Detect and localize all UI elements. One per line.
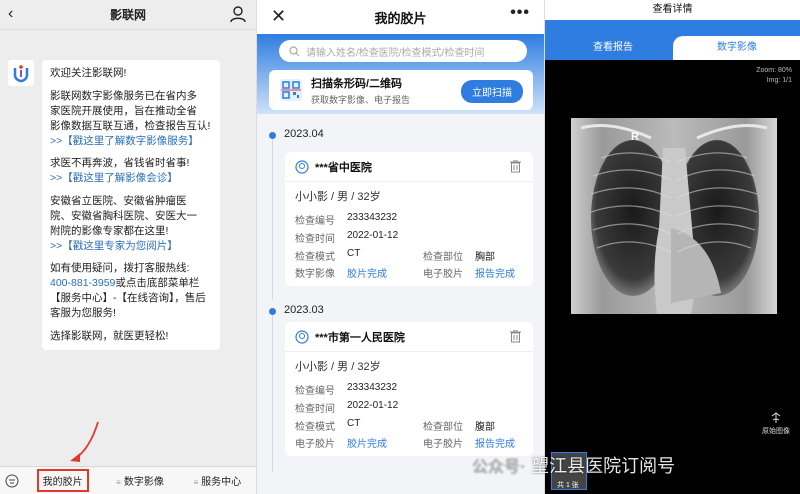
digital-imaging-link[interactable]: >>【戳这里了解数字影像服务】 [50, 135, 199, 147]
welcome-message: 欢迎关注影联网! 影联网数字影像服务已在省内多 家医院开展使用，旨在推动全省 影… [42, 60, 220, 350]
films-header: ✕ 我的胶片 ••• [257, 0, 544, 34]
xray-side-marker: R [631, 131, 639, 143]
tab-digital-image[interactable]: 数字影像 [673, 36, 800, 60]
menu-digital-imaging[interactable]: ≡ 数字影像 [101, 473, 178, 488]
message-paragraph: 欢迎关注影联网! [50, 67, 127, 79]
record-date: 2023.04 [284, 128, 324, 140]
raw-image-icon [771, 412, 781, 423]
record-date: 2023.03 [284, 304, 324, 316]
record-row: 电子胶片 胶片完成 电子胶片 报告完成 [295, 435, 544, 450]
timeline-dot [269, 132, 276, 139]
expert-reading-link[interactable]: >>【戳这里专家为您阅片】 [50, 240, 178, 252]
digital-status-link[interactable]: 胶片完成 [347, 435, 423, 450]
trash-icon[interactable] [510, 330, 521, 343]
search-input[interactable]: 请输入姓名/检查医院/检查模式/检查时间 [279, 40, 527, 62]
trash-icon[interactable] [510, 160, 521, 173]
thumbnail-count: 共 1 张 [557, 482, 579, 489]
more-icon[interactable]: ••• [510, 4, 530, 22]
viewer-title: 查看详情 [545, 0, 800, 20]
watermark: 公众号· 望江县医院订阅号 [472, 456, 676, 477]
account-logo [8, 60, 34, 86]
hospital-icon [295, 159, 309, 174]
exam-record-card[interactable]: ***省中医院 小小影 / 男 / 32岁 检查编号 233343232 检查时间… [285, 152, 533, 286]
hospital-icon [295, 329, 309, 344]
menu-service-center[interactable]: ≡ 服务中心 [179, 473, 256, 488]
record-row: 检查编号 233343232 [295, 382, 398, 397]
message-paragraph: 如有使用疑问，拨打客服热线: 400-881-3959或点击底部菜单栏【服务中心… [50, 262, 206, 319]
back-icon[interactable]: ‹ [8, 5, 13, 23]
report-status-link[interactable]: 报告完成 [475, 265, 544, 280]
hospital-name: ***省中医院 [315, 161, 372, 174]
scan-title: 扫描条形码/二维码 [311, 77, 403, 90]
timeline-line [272, 140, 273, 300]
scan-card: 扫描条形码/二维码 获取数字影像、电子报告 立即扫描 [269, 70, 533, 110]
search-icon [289, 45, 300, 56]
message-paragraph: 影联网数字影像服务已在省内多 家医院开展使用，旨在推动全省 影像数据互联互通，检… [50, 89, 211, 147]
timeline-dot [269, 308, 276, 315]
report-status-link[interactable]: 报告完成 [475, 435, 544, 450]
my-films-panel: ✕ 我的胶片 ••• 请输入姓名/检查医院/检查模式/检查时间 扫描条形码/二维… [256, 0, 544, 494]
raw-image-button[interactable]: 原始图像 [762, 412, 790, 436]
hospital-name: ***市第一人民医院 [315, 331, 405, 344]
record-row: 数字影像 胶片完成 电子胶片 报告完成 [295, 265, 544, 280]
record-header: ***省中医院 [285, 152, 533, 182]
menu-my-films[interactable]: 我的胶片 [24, 469, 101, 492]
chat-title: 影联网 [109, 8, 146, 22]
patient-info: 小小影 / 男 / 32岁 [295, 361, 381, 373]
record-row: 检查时间 2022-01-12 [295, 230, 399, 245]
record-row: 检查模式 CT 检查部位 腹部 [295, 418, 495, 433]
chat-panel: ‹ 影联网 欢迎关注影联网! 影联网数字影像服务已在省内多 家医院开展使用，旨在… [0, 0, 256, 494]
zoom-readout: Zoom: 80% Img: 1/1 [756, 67, 792, 84]
user-icon[interactable] [230, 6, 246, 23]
record-header: ***市第一人民医院 [285, 322, 533, 352]
qr-code-icon [280, 79, 302, 101]
close-icon[interactable]: ✕ [271, 6, 286, 27]
chat-header: ‹ 影联网 [0, 0, 256, 30]
image-viewer-panel: 查看详情 查看报告 数字影像 Zoom: 80% Img: 1/1 R 原始图像… [544, 0, 800, 494]
message-paragraph: 选择影联网，就医更轻松! [50, 329, 169, 342]
chat-menu-bar: 我的胶片 ≡ 数字影像 ≡ 服务中心 [0, 466, 256, 494]
tab-view-report[interactable]: 查看报告 [553, 36, 673, 60]
record-row: 检查编号 233343232 [295, 212, 398, 227]
hotline-link[interactable]: 400-881-3959 [50, 277, 115, 289]
scan-now-button[interactable]: 立即扫描 [461, 80, 523, 103]
search-placeholder: 请输入姓名/检查医院/检查模式/检查时间 [306, 47, 485, 59]
message-paragraph: 求医不再奔波，省钱省时省事! >>【戳这里了解影像会诊】 [50, 157, 190, 184]
viewer-tabs: 查看报告 数字影像 [545, 20, 800, 60]
message-paragraph: 安徽省立医院、安徽省肿瘤医 院、安徽省胸科医院、安医大一 附院的影像专家都在这里… [50, 194, 197, 252]
scan-subtitle: 获取数字影像、电子报告 [311, 94, 411, 105]
timeline-line [272, 312, 273, 472]
record-row: 检查时间 2022-01-12 [295, 400, 399, 415]
exam-record-card[interactable]: ***市第一人民医院 小小影 / 男 / 32岁 检查编号 233343232 检… [285, 322, 533, 456]
chest-xray-image[interactable]: R [571, 118, 777, 314]
patient-info: 小小影 / 男 / 32岁 [295, 191, 381, 203]
page-title: 我的胶片 [374, 10, 427, 26]
keyboard-icon[interactable] [0, 467, 24, 494]
consultation-link[interactable]: >>【戳这里了解影像会诊】 [50, 172, 178, 184]
record-row: 检查模式 CT 检查部位 胸部 [295, 248, 495, 263]
digital-status-link[interactable]: 胶片完成 [347, 265, 423, 280]
